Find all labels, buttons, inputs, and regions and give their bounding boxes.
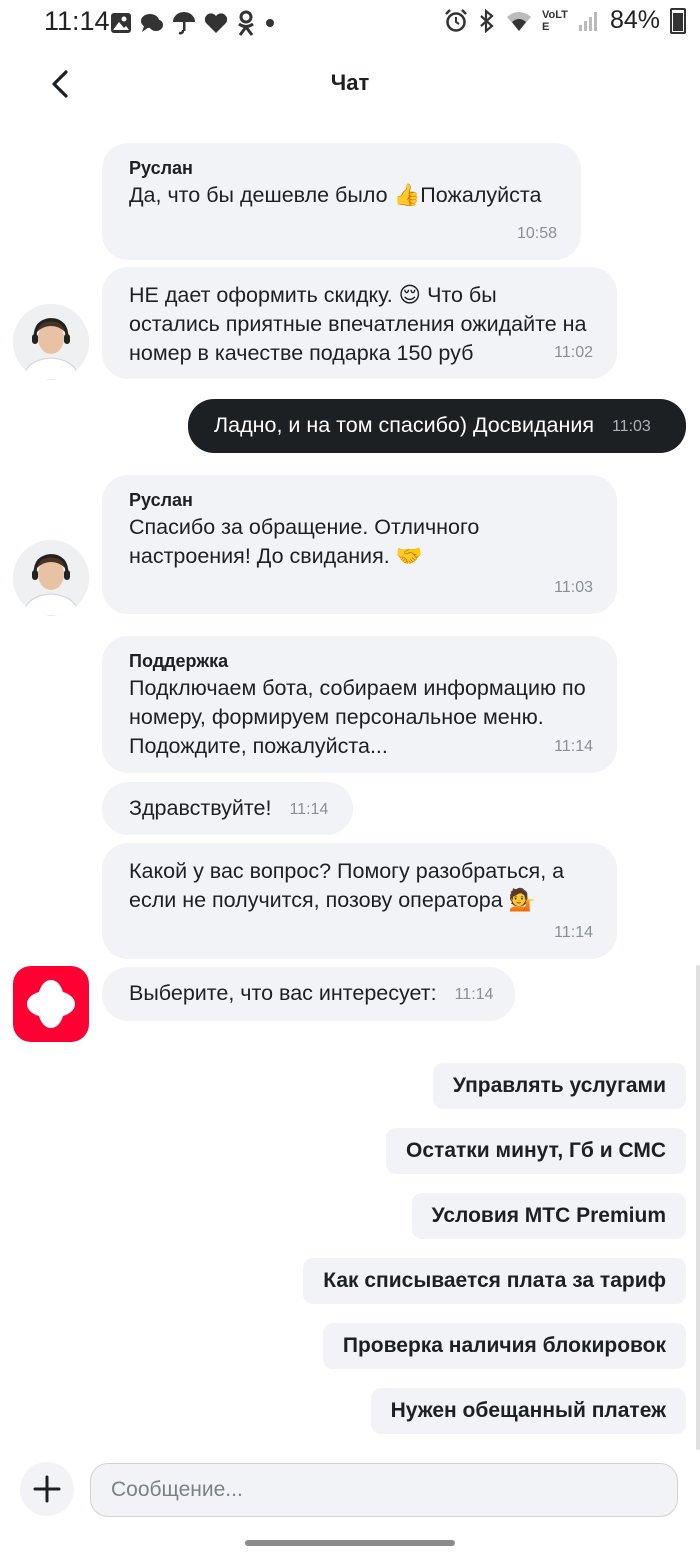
message-text: Выберите, что вас интересует: xyxy=(129,981,437,1005)
quick-reply-mts-premium[interactable]: Условия МТС Premium xyxy=(411,1193,686,1239)
person-icon xyxy=(13,304,89,380)
message-sender: Руслан xyxy=(129,490,193,510)
status-time: 11:14 xyxy=(44,6,110,36)
message-text: Подключаем бота, собираем информацию по … xyxy=(129,676,586,758)
mts-logo-icon xyxy=(27,980,75,1028)
message-bubble: Какой у вас вопрос? Помогу разобраться, … xyxy=(102,843,617,959)
umbrella-icon xyxy=(173,12,195,35)
message-input[interactable] xyxy=(90,1463,678,1517)
page-title: Чат xyxy=(330,70,370,95)
message-bubble: Руслан Да, что бы дешевле было 👍Пожалуйс… xyxy=(102,143,581,260)
message-time: 11:03 xyxy=(611,417,651,435)
alarm-icon xyxy=(445,8,467,32)
message-bubble: Руслан Спасибо за обращение. Отличного н… xyxy=(102,475,617,614)
message-bubble: Выберите, что вас интересует: 11:14 xyxy=(102,967,515,1021)
message-sender: Руслан xyxy=(129,158,193,178)
message-sender: Поддержка xyxy=(129,651,229,671)
message-text: НЕ дает оформить скидку. 😌 Что бы остали… xyxy=(129,283,587,365)
person-icon xyxy=(13,540,89,616)
plus-icon xyxy=(33,1475,61,1503)
attach-button[interactable] xyxy=(20,1462,74,1516)
mts-bot-avatar xyxy=(13,966,89,1042)
heart-icon xyxy=(204,13,228,34)
message-time: 11:14 xyxy=(554,738,593,755)
quick-reply-check-blocks[interactable]: Проверка наличия блокировок xyxy=(322,1323,686,1369)
status-bar: 11:14 VoLTE 84% xyxy=(0,0,700,48)
system-icons: VoLTE 84% xyxy=(444,6,686,35)
quick-reply-balance-remaining[interactable]: Остатки минут, Гб и СМС xyxy=(386,1128,686,1174)
message-time: 11:14 xyxy=(454,985,494,1003)
message-time: 11:14 xyxy=(289,800,329,818)
message-text: Какой у вас вопрос? Помогу разобраться, … xyxy=(129,859,565,912)
bluetooth-icon xyxy=(480,8,494,33)
message-time: 10:58 xyxy=(516,225,557,242)
own-message-bubble: Ладно, и на том спасибо) Досвидания 11:0… xyxy=(188,399,686,453)
chat-header: Чат xyxy=(0,48,700,123)
notification-icons xyxy=(110,10,276,36)
scrollbar[interactable] xyxy=(696,965,700,1450)
battery-icon xyxy=(670,7,686,34)
home-indicator[interactable] xyxy=(245,1540,455,1546)
message-time: 11:03 xyxy=(554,579,593,596)
dot-icon xyxy=(266,19,274,27)
message-bubble: Здравствуйте! 11:14 xyxy=(102,782,353,835)
quick-reply-manage-services[interactable]: Управлять услугами xyxy=(432,1063,686,1109)
wifi-icon xyxy=(506,11,531,31)
message-text: Ладно, и на том спасибо) Досвидания xyxy=(214,413,594,437)
message-text: Здравствуйте! xyxy=(129,796,272,820)
quick-reply-tariff-charges[interactable]: Как списывается плата за тариф xyxy=(303,1258,686,1304)
message-bubble: НЕ дает оформить скидку. 😌 Что бы остали… xyxy=(102,267,617,379)
message-bubble: Поддержка Подключаем бота, собираем инфо… xyxy=(102,636,617,773)
chat-icon xyxy=(141,14,163,32)
quick-reply-promised-payment[interactable]: Нужен обещанный платеж xyxy=(370,1388,686,1434)
message-time: 11:02 xyxy=(554,344,593,361)
signal-icon xyxy=(578,11,597,31)
message-text: Да, что бы дешевле было 👍Пожалуйста xyxy=(129,183,542,207)
message-time: 11:14 xyxy=(554,924,593,941)
operator-avatar xyxy=(13,304,89,380)
message-text: Спасибо за обращение. Отличного настроен… xyxy=(129,515,480,568)
operator-avatar xyxy=(13,540,89,616)
gallery-icon xyxy=(111,13,131,33)
volte-icon: VoLTE xyxy=(541,8,568,33)
odnoklassniki-icon xyxy=(238,10,254,36)
battery-percent: 84% xyxy=(609,6,660,34)
